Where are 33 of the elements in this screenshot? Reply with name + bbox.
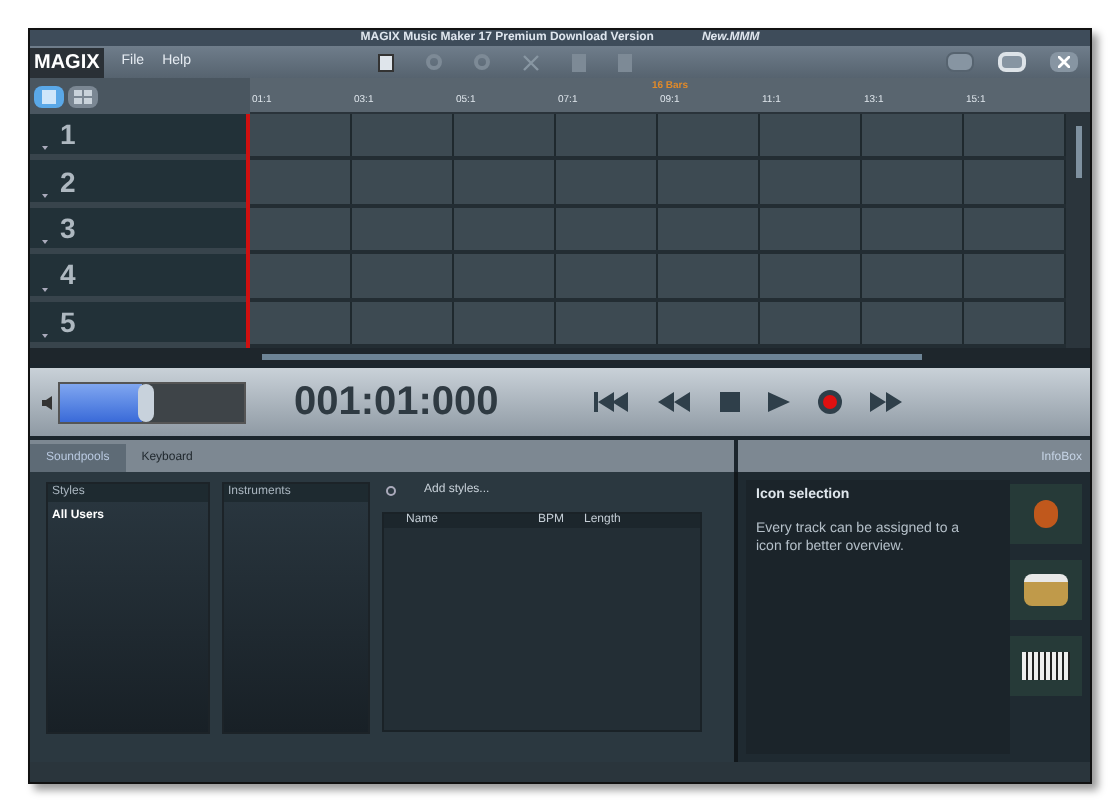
track-header[interactable]: 1 — [30, 114, 247, 161]
track-header[interactable]: 2 — [30, 160, 247, 208]
magix-logo: MAGIX — [30, 47, 104, 77]
vertical-scrollbar[interactable] — [1066, 114, 1090, 348]
track-view-toggle[interactable] — [34, 85, 64, 107]
track-number: 5 — [60, 307, 76, 336]
track-header[interactable]: 5 — [30, 301, 247, 348]
dropdown-icon[interactable] — [42, 287, 48, 292]
close-button[interactable] — [1050, 52, 1078, 72]
dropdown-icon[interactable] — [42, 146, 48, 151]
track-header[interactable]: 3 — [30, 207, 247, 255]
maximize-button[interactable] — [998, 52, 1026, 72]
track-header[interactable]: 4 — [30, 254, 247, 302]
save-icon[interactable] — [378, 53, 395, 71]
dropdown-icon[interactable] — [42, 193, 48, 198]
speaker-icon[interactable] — [42, 395, 52, 409]
close-icon[interactable] — [1058, 56, 1070, 68]
position-slider[interactable] — [58, 381, 246, 423]
track-number: 1 — [60, 120, 76, 149]
piano-icon[interactable] — [1010, 636, 1082, 696]
skip-start-icon[interactable] — [594, 392, 630, 412]
fast-forward-icon[interactable] — [870, 392, 904, 412]
track-number: 2 — [60, 167, 76, 196]
time-display: 001:01:000 — [294, 378, 501, 428]
dropdown-icon[interactable] — [42, 240, 48, 245]
drum-icon[interactable] — [1010, 560, 1082, 620]
track-number: 4 — [60, 260, 76, 289]
dropdown-icon[interactable] — [42, 333, 48, 338]
track-number: 3 — [60, 213, 76, 242]
play-icon[interactable] — [768, 392, 790, 412]
grid-view-toggle[interactable] — [68, 85, 98, 107]
record-icon[interactable] — [818, 390, 842, 414]
rewind-icon[interactable] — [658, 392, 692, 412]
